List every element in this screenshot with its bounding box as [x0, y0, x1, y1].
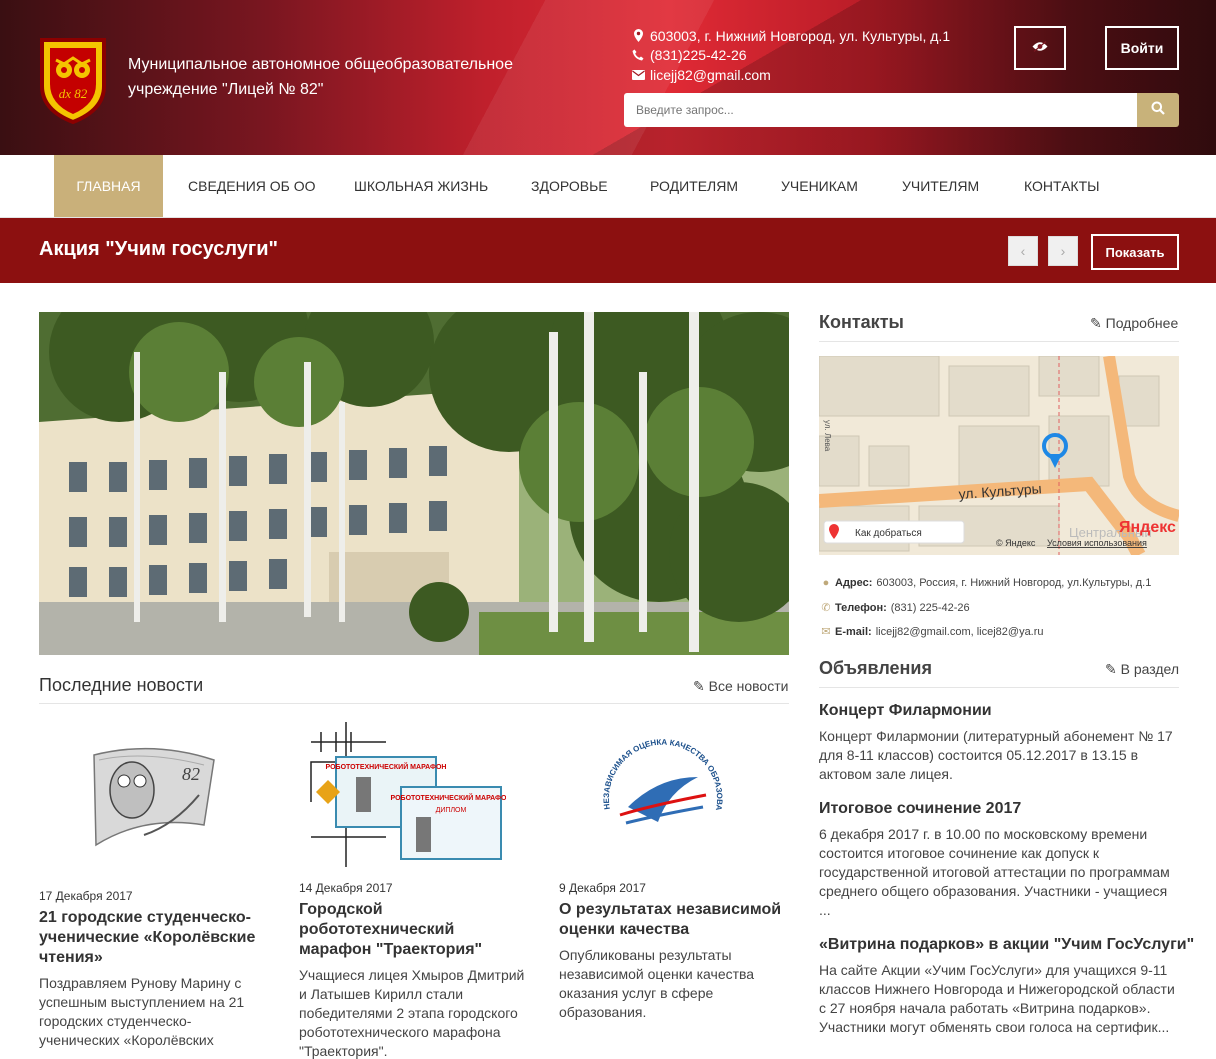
paperclip-icon: ✎: [1090, 315, 1102, 331]
main-nav: ГЛАВНАЯ СВЕДЕНИЯ ОБ ОО ШКОЛЬНАЯ ЖИЗНЬ ЗД…: [0, 155, 1216, 218]
email-label: E-mail:: [835, 625, 872, 638]
nav-item-school-life[interactable]: ШКОЛЬНАЯ ЖИЗНЬ: [354, 155, 488, 217]
phone-label: Телефон:: [835, 601, 887, 614]
search-input[interactable]: [624, 93, 1137, 127]
diploma-title-1: РОБОТОТЕХНИЧЕСКИЙ МАРАФОН: [326, 762, 447, 771]
phone-value[interactable]: (831) 225-42-26: [891, 602, 970, 614]
header-address: 603003, г. Нижний Новгород, ул. Культуры…: [650, 27, 951, 44]
nav-item-contacts[interactable]: КОНТАКТЫ: [1024, 155, 1100, 217]
site-header: dx 82 Муниципальное автономное общеобраз…: [0, 0, 1216, 155]
contact-email: ✉ E-mail: licejj82@gmail.com, licej82@ya…: [819, 625, 1044, 639]
announcements-title: Объявления: [819, 658, 932, 678]
news-title-2[interactable]: Городской робототехнический марафон "Тра…: [299, 900, 529, 960]
contacts-more-label: Подробнее: [1105, 315, 1179, 331]
phone-icon: [628, 49, 648, 61]
address-label: Адрес:: [835, 577, 873, 589]
eye-icon: [1032, 39, 1048, 57]
nav-item-health[interactable]: ЗДОРОВЬЕ: [531, 155, 608, 217]
map-brand-label: Яндекс: [1119, 519, 1176, 536]
diploma-title-2: РОБОТОТЕХНИЧЕСКИЙ МАРАФОН: [391, 793, 506, 802]
announcement-title-2[interactable]: Итоговое сочинение 2017: [819, 800, 1021, 818]
announcement-text-2: 6 декабря 2017 г. в 10.00 по московскому…: [819, 826, 1170, 918]
news-text-1: Поздравляем Рунову Марину с успешным выс…: [39, 975, 245, 1054]
news-image-1[interactable]: 82: [84, 735, 224, 855]
map-side-label: ул. Лева: [823, 420, 832, 452]
all-news-link[interactable]: ✎ Все новости: [693, 678, 788, 695]
envelope-icon: [628, 69, 648, 80]
all-news-label: Все новости: [708, 678, 789, 694]
promo-prev-button[interactable]: ‹: [1008, 236, 1038, 266]
address-value: 603003, Россия, г. Нижний Новгород, ул.К…: [876, 577, 1152, 589]
promo-show-button[interactable]: Показать: [1091, 234, 1179, 270]
news-title-3[interactable]: О результатах независимой оценки качеств…: [559, 900, 784, 940]
map-copyright: © Яндекс: [996, 538, 1036, 548]
contact-phone: ✆ Телефон: (831) 225-42-26: [819, 601, 970, 615]
announcement-text-1: Концерт Филармонии (литературный абонеме…: [819, 728, 1173, 782]
announcement-title-1[interactable]: Концерт Филармонии: [819, 702, 992, 720]
search-icon: [1151, 101, 1165, 120]
news-text-2: Учащиеся лицея Хмыров Дмитрий и Латышев …: [299, 967, 525, 1059]
chevron-right-icon: ›: [1060, 243, 1066, 259]
announcements-divider: [819, 687, 1179, 688]
news-image-3[interactable]: НЕЗАВИСИМАЯ ОЦЕНКА КАЧЕСТВА ОБРАЗОВАНИЯ: [595, 730, 728, 857]
contacts-divider: [819, 341, 1179, 342]
nav-item-about[interactable]: СВЕДЕНИЯ ОБ ОО: [188, 155, 316, 217]
announcement-title-3[interactable]: «Витрина подарков» в акции "Учим ГосУслу…: [819, 936, 1194, 954]
map-marker-icon: [628, 29, 648, 43]
school-logo[interactable]: dx 82: [38, 36, 108, 125]
map-route-label[interactable]: Как добраться: [855, 527, 922, 539]
announcements-section-label: В раздел: [1120, 661, 1180, 677]
news-section-title: Последние новости: [39, 675, 204, 695]
contact-address: ● Адрес: 603003, Россия, г. Нижний Новго…: [819, 577, 1152, 589]
logo-text: dx 82: [59, 86, 88, 101]
contacts-map[interactable]: ул. Культуры ул. Лева Центральный Как до…: [819, 356, 1179, 555]
announcements-section-link[interactable]: ✎ В раздел: [1105, 661, 1179, 678]
nav-item-parents[interactable]: РОДИТЕЛЯМ: [650, 155, 738, 217]
envelope-icon: ✉: [821, 626, 831, 638]
accessibility-button[interactable]: [1014, 26, 1066, 70]
nav-item-teachers[interactable]: УЧИТЕЛЯМ: [902, 155, 979, 217]
news-image-1-text: 82: [182, 764, 200, 784]
contacts-more-link[interactable]: ✎ Подробнее: [1090, 315, 1178, 332]
news-date-1: 17 Декабря 2017: [39, 889, 133, 903]
promo-title[interactable]: Акция "Учим госуслуги": [39, 238, 278, 261]
email-value[interactable]: licejj82@gmail.com, licej82@ya.ru: [876, 626, 1044, 638]
contacts-title: Контакты: [819, 312, 904, 332]
news-title-1[interactable]: 21 городские студенческо-ученические «Ко…: [39, 908, 269, 968]
nav-item-home[interactable]: ГЛАВНАЯ: [54, 155, 163, 217]
announcement-text-3: На сайте Акции «Учим ГосУслуги» для учащ…: [819, 962, 1175, 1035]
news-date-3: 9 Декабря 2017: [559, 881, 646, 895]
diploma-subtitle: ДИПЛОМ: [436, 807, 467, 814]
news-divider: [39, 703, 789, 704]
news-date-2: 14 Декабря 2017: [299, 881, 393, 895]
promo-next-button[interactable]: ›: [1048, 236, 1078, 266]
map-terms-link[interactable]: Условия использования: [1047, 538, 1147, 548]
header-phone[interactable]: (831)225-42-26: [650, 47, 747, 63]
paperclip-icon: ✎: [693, 678, 705, 694]
login-button[interactable]: Войти: [1105, 26, 1179, 70]
header-contacts: 603003, г. Нижний Новгород, ул. Культуры…: [628, 26, 950, 85]
news-text-3: Опубликованы результаты независимой оцен…: [559, 947, 755, 1020]
search-button[interactable]: [1137, 93, 1179, 127]
search-form: [624, 93, 1179, 127]
hero-photo[interactable]: [39, 312, 789, 655]
map-marker-icon: ●: [822, 577, 830, 589]
chevron-left-icon: ‹: [1020, 243, 1026, 259]
phone-icon: ✆: [821, 602, 831, 614]
header-email[interactable]: licejj82@gmail.com: [650, 67, 771, 83]
org-name[interactable]: Муниципальное автономное общеобразовател…: [128, 52, 548, 102]
news-image-2[interactable]: РОБОТОТЕХНИЧЕСКИЙ МАРАФОН РОБОТОТЕХНИЧЕС…: [306, 722, 511, 867]
paperclip-icon: ✎: [1105, 661, 1117, 677]
nav-item-students[interactable]: УЧЕНИКАМ: [781, 155, 858, 217]
